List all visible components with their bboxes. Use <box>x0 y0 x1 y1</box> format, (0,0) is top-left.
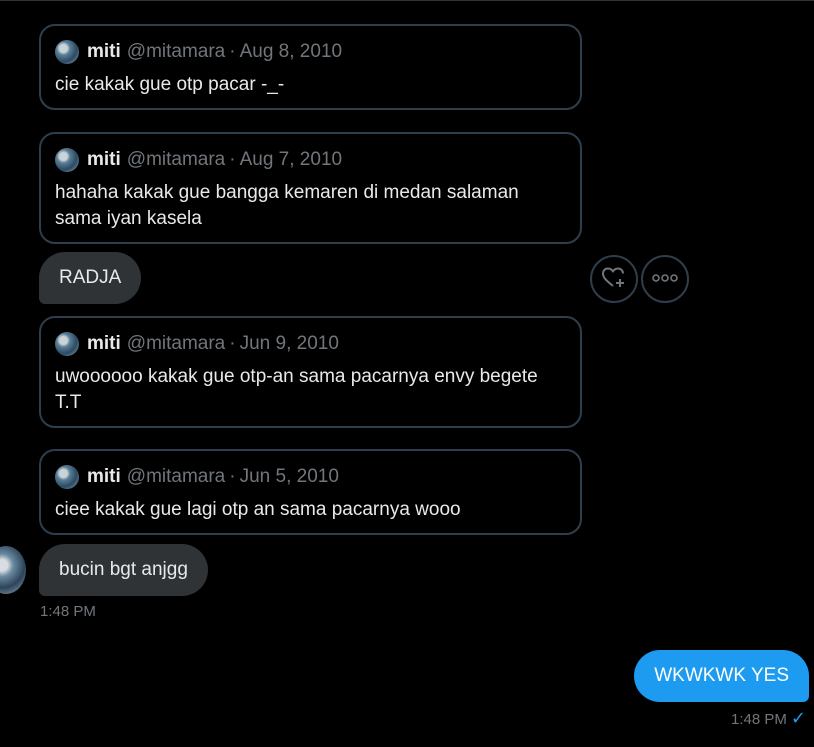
message-text: bucin bgt anjgg <box>59 559 188 580</box>
author-handle: @mitamara <box>126 333 226 354</box>
separator: · <box>229 149 236 170</box>
message-bubble-incoming[interactable]: bucin bgt anjgg <box>39 544 208 596</box>
author-name: miti <box>87 149 121 170</box>
avatar <box>55 465 79 489</box>
tweet-text: ciee kakak gue lagi otp an sama pacarnya… <box>55 499 461 520</box>
react-button[interactable] <box>590 255 638 303</box>
separator: · <box>229 41 236 62</box>
avatar <box>55 40 79 64</box>
tweet-date: Jun 5, 2010 <box>239 466 339 487</box>
shared-tweet-card[interactable]: miti @mitamara · Aug 8, 2010 cie kakak g… <box>39 24 582 110</box>
message-text: WKWKWK YES <box>654 665 789 686</box>
author-handle: @mitamara <box>126 149 226 170</box>
more-button[interactable] <box>641 255 689 303</box>
tweet-date: Aug 8, 2010 <box>239 41 343 62</box>
sent-check-icon: ✓ <box>790 708 806 728</box>
timestamp-text: 1:48 PM <box>731 711 787 728</box>
top-divider <box>0 0 814 1</box>
message-timestamp: 1:48 PM <box>40 603 96 620</box>
tweet-date: Jun 9, 2010 <box>239 333 339 354</box>
tweet-text: cie kakak gue otp pacar -_- <box>55 74 285 95</box>
shared-tweet-card[interactable]: miti @mitamara · Aug 7, 2010 hahaha kaka… <box>39 132 582 244</box>
shared-tweet-card[interactable]: miti @mitamara · Jun 5, 2010 ciee kakak … <box>39 449 582 535</box>
tweet-header: miti @mitamara · Aug 8, 2010 <box>55 38 566 66</box>
tweet-text: uwoooooo kakak gue otp-an sama pacarnya … <box>55 366 538 413</box>
more-icon <box>652 270 678 288</box>
tweet-header: miti @mitamara · Aug 7, 2010 <box>55 146 566 174</box>
author-name: miti <box>87 466 121 487</box>
shared-tweet-card[interactable]: miti @mitamara · Jun 9, 2010 uwoooooo ka… <box>39 316 582 428</box>
sender-avatar[interactable] <box>0 546 26 594</box>
tweet-text: hahaha kakak gue bangga kemaren di medan… <box>55 182 519 229</box>
tweet-header: miti @mitamara · Jun 5, 2010 <box>55 463 566 491</box>
avatar <box>55 332 79 356</box>
tweet-date: Aug 7, 2010 <box>239 149 343 170</box>
tweet-header: miti @mitamara · Jun 9, 2010 <box>55 330 566 358</box>
author-handle: @mitamara <box>126 466 226 487</box>
outgoing-timestamp: 1:48 PM ✓ <box>731 708 806 729</box>
separator: · <box>229 466 236 487</box>
avatar <box>55 148 79 172</box>
message-text: RADJA <box>59 267 122 288</box>
author-name: miti <box>87 333 121 354</box>
heart-plus-icon <box>601 265 627 294</box>
author-name: miti <box>87 41 121 62</box>
message-bubble-incoming[interactable]: RADJA <box>39 252 142 304</box>
separator: · <box>229 333 236 354</box>
author-handle: @mitamara <box>126 41 226 62</box>
message-bubble-outgoing[interactable]: WKWKWK YES <box>634 650 809 702</box>
